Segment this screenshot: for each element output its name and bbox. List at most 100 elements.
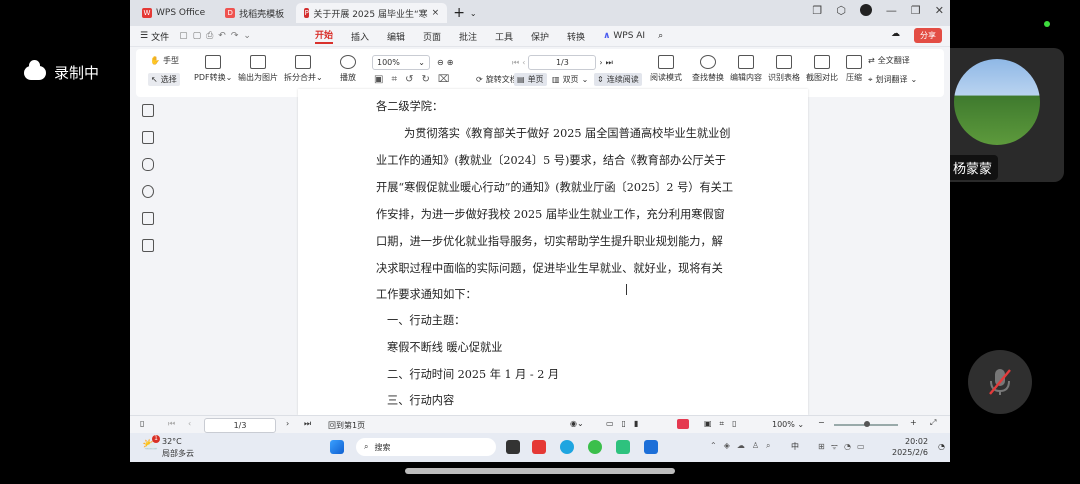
window-layout-icon[interactable]: ❐ (812, 4, 822, 17)
mute-mic-button[interactable] (968, 350, 1032, 414)
search-icon[interactable]: ⌕ (658, 31, 663, 41)
edit-content-button[interactable]: 编辑内容 (730, 55, 762, 83)
edge-icon[interactable] (560, 440, 574, 454)
status-next-page-icon[interactable]: › (286, 419, 289, 428)
fit-icons[interactable]: ▣⌗▯ (704, 419, 744, 429)
close-tab-icon[interactable]: × (432, 8, 440, 18)
fit-width-icon[interactable]: ⌗ (391, 74, 397, 85)
play-button[interactable]: 播放 (340, 55, 356, 83)
file-menu[interactable]: ☰ 文件 (140, 30, 169, 43)
rotate-left-icon[interactable]: ↺ (405, 74, 413, 85)
zoom-slider-handle[interactable] (864, 421, 870, 427)
menu-page[interactable]: 页面 (423, 30, 441, 43)
status-first-page-icon[interactable]: ⏮ (168, 419, 175, 429)
find-replace-button[interactable]: 查找替换 (692, 55, 724, 83)
taskbar-search[interactable]: ⌕ 搜索 (356, 438, 496, 456)
last-page-icon[interactable]: ⏭ (606, 58, 613, 68)
prev-page-icon[interactable]: ‹ (522, 58, 525, 67)
close-icon[interactable]: ✕ (935, 4, 944, 17)
hand-tool[interactable]: ✋ 手型 (150, 55, 179, 66)
attachment-icon[interactable] (142, 185, 154, 198)
crop-icon[interactable]: ⌧ (438, 74, 450, 85)
menu-insert[interactable]: 插入 (351, 30, 369, 43)
bookmark-icon[interactable] (142, 104, 154, 117)
wechat-icon[interactable] (588, 440, 602, 454)
layers-icon[interactable] (142, 239, 154, 252)
double-page-button[interactable]: ▥ 双页 ⌄ (552, 74, 588, 85)
wps-taskbar-icon[interactable] (532, 440, 546, 454)
sidebar-toggle-icon[interactable]: ▯ (140, 419, 144, 428)
quick-access-icons[interactable]: ▢▢⎙↶↷⌄ (179, 31, 256, 41)
pdf-convert-button[interactable]: PDF转换⌄ (194, 55, 232, 83)
rotate-right-icon[interactable]: ↻ (421, 74, 429, 85)
zoom-select[interactable]: 100% ⌄ ⊖ ⊕ (372, 55, 453, 70)
status-zoom[interactable]: 100% ⌄ (772, 420, 804, 429)
first-page-icon[interactable]: ⏮ (512, 58, 519, 68)
avatar[interactable] (859, 4, 872, 16)
eye-protect-icon[interactable]: ◉⌄ (570, 419, 584, 428)
status-zoom-out-icon[interactable]: − (818, 418, 825, 427)
clock-date[interactable]: 2025/2/6 (892, 448, 928, 457)
tab-document[interactable]: P 关于开展 2025 届毕业生“寒 × (296, 3, 448, 23)
select-tool[interactable]: ↖ 选择 (148, 73, 180, 86)
compress-button[interactable]: 压缩 (846, 55, 862, 83)
menu-edit[interactable]: 编辑 (387, 30, 405, 43)
document-page[interactable]: 各二级学院： 为贯彻落实《教育部关于做好 2025 届全国普通高校毕业生就业创 … (298, 89, 808, 415)
windows-start-icon[interactable] (330, 440, 344, 454)
zoom-out-icon[interactable]: ⊖ (437, 58, 444, 67)
menu-protect[interactable]: 保护 (531, 30, 549, 43)
status-last-page-icon[interactable]: ⏭ (304, 419, 311, 429)
tab-template[interactable]: D 找稻壳模板 (217, 3, 292, 23)
task-view-icon[interactable] (506, 440, 520, 454)
continuous-read-button[interactable]: ⇕ 连续阅读 (594, 73, 642, 86)
next-page-icon[interactable]: › (599, 58, 602, 67)
export-image-button[interactable]: 输出为图片 (238, 55, 278, 83)
menu-comment[interactable]: 批注 (459, 30, 477, 43)
menu-wps-ai[interactable]: ∧ WPS AI (603, 31, 645, 41)
notification-icon[interactable]: ◔ (938, 442, 945, 451)
tray-status-icons[interactable]: ⊞ᯤ◔▭ (818, 441, 871, 452)
restore-icon[interactable]: ❐ (911, 4, 921, 17)
menu-tools[interactable]: 工具 (495, 30, 513, 43)
input-language[interactable]: 中 (791, 441, 799, 452)
skin-icon[interactable]: ⬡ (836, 4, 846, 17)
home-indicator[interactable] (405, 468, 675, 474)
full-translate-button[interactable]: ⇄ 全文翻译 (868, 55, 910, 66)
rotate-doc-button[interactable]: ⟳ 旋转文档 (476, 74, 518, 85)
screenshot-compare-button[interactable]: 截图对比 (806, 55, 838, 83)
layout-icons[interactable]: ▭▯▮ (606, 419, 646, 428)
fullscreen-icon[interactable]: ⤢ (930, 418, 936, 428)
zoom-in-icon[interactable]: ⊕ (447, 58, 454, 67)
thumbnail-icon[interactable] (142, 131, 154, 144)
menu-convert[interactable]: 转换 (567, 30, 585, 43)
status-page-value[interactable]: 1/3 (234, 421, 247, 430)
signature-icon[interactable] (142, 212, 154, 225)
tab-wps-office[interactable]: W WPS Office (134, 3, 213, 23)
menu-home[interactable]: 开始 (314, 28, 333, 44)
tab-list-chevron-icon[interactable]: ⌄ (470, 9, 477, 18)
meeting-icon[interactable] (616, 440, 630, 454)
fit-page-icon[interactable]: ▣ (374, 74, 383, 85)
clock-time[interactable]: 20:02 (905, 437, 928, 446)
single-page-button[interactable]: ▤ 单页 (514, 73, 547, 86)
page-value[interactable]: 1/3 (556, 58, 569, 67)
minimize-icon[interactable]: — (886, 4, 897, 17)
word-translate-button[interactable]: ⌖ 划词翻译 ⌄ (868, 74, 917, 85)
participant-card[interactable]: 杨蒙蒙 (930, 48, 1064, 182)
play-slides-icon[interactable] (677, 419, 689, 429)
ocr-table-button[interactable]: 识别表格 (768, 55, 800, 83)
cloud-sync-icon[interactable]: ☁ (891, 29, 900, 39)
split-merge-button[interactable]: 拆分合并⌄ (284, 55, 323, 83)
back-to-first-page[interactable]: 回到第1页 (328, 420, 365, 431)
edit-content-label: 编辑内容 (730, 73, 762, 82)
share-button[interactable]: 分享 (914, 28, 942, 43)
page-navigator: ⏮ ‹ 1/3 › ⏭ (512, 55, 613, 70)
status-zoom-in-icon[interactable]: + (910, 418, 917, 427)
comment-icon[interactable] (142, 158, 154, 171)
status-prev-page-icon[interactable]: ‹ (188, 419, 191, 428)
full-translate-label: 全文翻译 (877, 56, 910, 65)
tray-icons[interactable]: ⌃◈☁♙⌕ (710, 441, 778, 451)
read-mode-button[interactable]: 阅读模式 (650, 55, 682, 83)
app-icon[interactable] (644, 440, 658, 454)
new-tab-icon[interactable]: + (453, 5, 465, 21)
